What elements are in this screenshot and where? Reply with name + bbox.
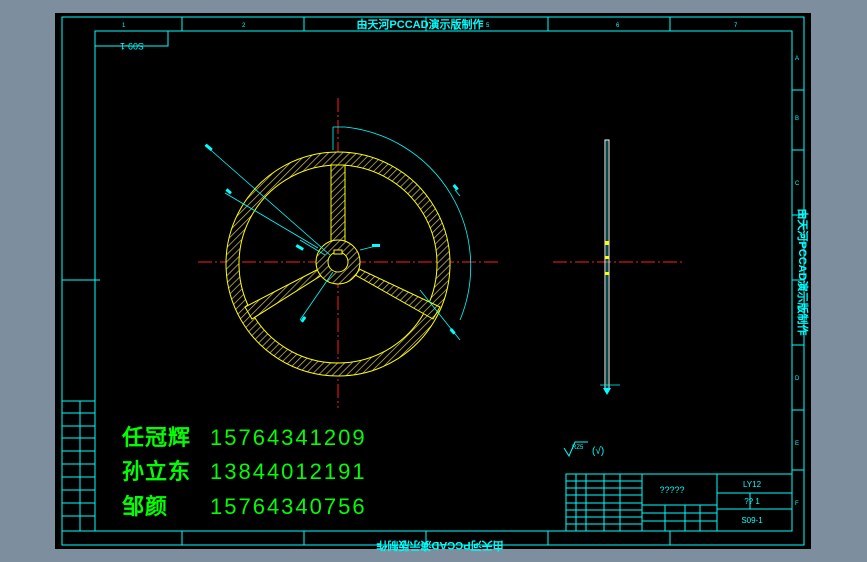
side-banner: 由天河PCCAD演示版制作: [796, 208, 810, 335]
bottom-banner: 由天河PCCAD演示版制作: [376, 539, 503, 553]
zone-letter-d: D: [795, 376, 800, 382]
zone-letter-e: E: [795, 441, 799, 447]
zone-letter-b: B: [795, 116, 799, 122]
zone-letter-f: F: [795, 501, 799, 507]
contact-name: 任冠辉: [122, 425, 192, 450]
top-banner: 由天河PCCAD演示版制作: [356, 17, 483, 31]
title-block-material: LY12: [743, 480, 762, 489]
zone-letter-a: A: [795, 56, 799, 62]
contact-phone: 13844012191: [210, 459, 367, 484]
contact-name: 邹颜: [122, 494, 169, 519]
title-block-scale: ?? 1: [744, 497, 760, 506]
keyway: [333, 249, 343, 255]
contact-row-1: 任冠辉 15764341209: [122, 420, 367, 452]
title-block-name: ?????: [659, 485, 684, 495]
zone-letter-c: C: [795, 181, 800, 187]
contact-name: 孙立东: [122, 459, 192, 484]
hub-bore: [327, 251, 349, 273]
contact-phone: 15764341209: [210, 425, 367, 450]
drawing-code: S09-1: [120, 41, 144, 51]
contact-row-2: 孙立东 13844012191: [122, 454, 367, 486]
roughness-paren: (√): [592, 445, 604, 457]
contact-phone: 15764340756: [210, 494, 367, 519]
title-block-code: S09-1: [741, 516, 763, 525]
contact-row-3: 邹颜 15764340756: [122, 489, 367, 521]
